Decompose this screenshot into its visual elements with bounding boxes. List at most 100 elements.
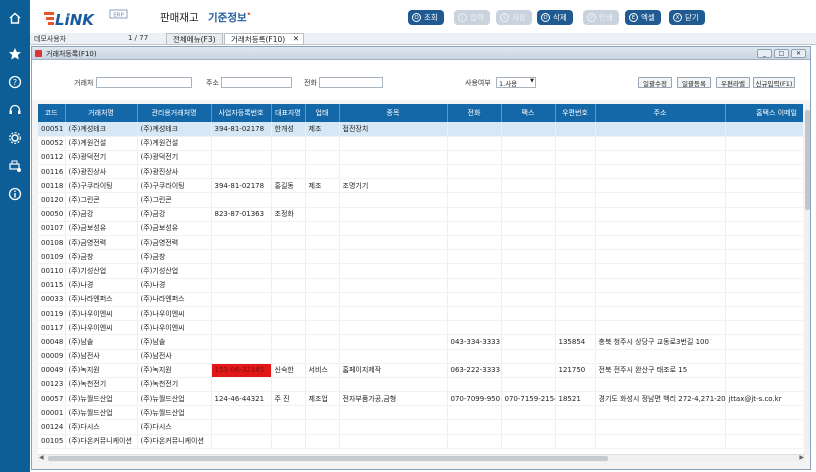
table-row[interactable]: 00123 (주)녹천전기 (주)녹천전기: [38, 377, 803, 393]
table-cell[interactable]: (주)다온커뮤니케이션: [65, 434, 138, 449]
table-cell[interactable]: [271, 164, 306, 180]
table-row[interactable]: 00120 (주)그린콘 (주)그린콘: [38, 192, 803, 208]
table-cell[interactable]: [339, 278, 448, 293]
table-cell[interactable]: 홍길동: [271, 178, 306, 194]
table-cell[interactable]: [555, 349, 596, 364]
table-cell[interactable]: [725, 377, 803, 393]
excel-button[interactable]: E 엑셀: [625, 10, 661, 25]
table-cell[interactable]: [305, 377, 340, 393]
table-cell[interactable]: (주)그린콘: [65, 192, 138, 208]
table-cell[interactable]: [339, 306, 448, 322]
table-cell[interactable]: 한개성: [271, 122, 306, 137]
table-cell[interactable]: [595, 292, 726, 307]
window-close-icon[interactable]: ✕: [791, 49, 806, 58]
table-cell[interactable]: [555, 207, 596, 222]
table-cell[interactable]: [501, 263, 556, 279]
menu-sales-inventory[interactable]: 판매재고: [160, 10, 199, 25]
zip-label-button[interactable]: 우편라벨: [716, 77, 750, 88]
table-cell[interactable]: [725, 349, 803, 364]
tab-all-menu[interactable]: 전체메뉴(F3): [166, 33, 223, 44]
table-row[interactable]: 00033 (주)나라엔퍼스 (주)나라엔퍼스: [38, 292, 803, 307]
table-cell[interactable]: [271, 292, 306, 307]
table-cell[interactable]: 043-334-3333: [447, 334, 502, 350]
table-cell[interactable]: [211, 320, 272, 336]
table-cell[interactable]: [211, 136, 272, 151]
table-cell[interactable]: [339, 377, 448, 393]
table-cell[interactable]: [211, 306, 272, 322]
table-cell[interactable]: 00001: [38, 405, 66, 421]
column-header[interactable]: 팩스: [501, 104, 556, 122]
home-icon[interactable]: [7, 10, 23, 26]
table-cell[interactable]: [555, 136, 596, 151]
table-cell[interactable]: (주)다온커뮤니케이션: [137, 434, 212, 449]
table-cell[interactable]: (주)나경: [65, 278, 138, 293]
table-row[interactable]: 00119 (주)나우이엔씨 (주)나우이엔씨: [38, 306, 803, 322]
table-cell[interactable]: [501, 178, 556, 194]
table-cell[interactable]: [555, 320, 596, 336]
table-cell[interactable]: [305, 249, 340, 265]
table-cell[interactable]: [305, 434, 340, 449]
table-cell[interactable]: [555, 122, 596, 137]
table-cell[interactable]: (주)녹지원: [137, 363, 212, 378]
table-row[interactable]: 00048 (주)남솔 (주)남솔 043-334-3333 135854 충북 청주시 …: [38, 334, 803, 350]
table-row[interactable]: 00108 (주)금영전력 (주)금영전력: [38, 235, 803, 251]
table-cell[interactable]: [595, 377, 726, 393]
table-cell[interactable]: [725, 278, 803, 293]
bulk-register-button[interactable]: 일괄등록: [677, 77, 711, 88]
table-cell[interactable]: 823-87-01363: [211, 207, 272, 222]
table-cell[interactable]: 00119: [38, 306, 66, 322]
table-cell[interactable]: [447, 349, 502, 364]
info-icon[interactable]: [7, 186, 23, 202]
table-cell[interactable]: [725, 122, 803, 137]
star-icon[interactable]: [7, 46, 23, 62]
table-cell[interactable]: [555, 235, 596, 251]
table-cell[interactable]: (주)금영전력: [65, 235, 138, 251]
table-cell[interactable]: (주)금강: [137, 207, 212, 222]
table-cell[interactable]: [305, 221, 340, 237]
table-cell[interactable]: (주)뉴월드산업: [137, 405, 212, 421]
table-cell[interactable]: [305, 306, 340, 322]
table-row[interactable]: 00118 (주)구쿠라이팅 (주)구쿠라이팅 394-81-02178 홍길동 제조 조명…: [38, 178, 803, 194]
table-cell[interactable]: [447, 320, 502, 336]
table-cell[interactable]: [725, 306, 803, 322]
new-entry-button[interactable]: 신규입력(F1): [753, 77, 795, 88]
table-cell[interactable]: 제조: [305, 122, 340, 137]
table-cell[interactable]: [595, 192, 726, 208]
table-cell[interactable]: 00116: [38, 164, 66, 180]
table-cell[interactable]: [339, 405, 448, 421]
table-cell[interactable]: (주)남솔: [137, 334, 212, 350]
table-cell[interactable]: [555, 263, 596, 279]
table-cell[interactable]: [555, 221, 596, 237]
table-cell[interactable]: 00120: [38, 192, 66, 208]
table-cell[interactable]: [501, 278, 556, 293]
table-cell[interactable]: [725, 292, 803, 307]
table-cell[interactable]: [447, 235, 502, 251]
table-cell[interactable]: [447, 377, 502, 393]
table-cell[interactable]: [555, 419, 596, 435]
column-header[interactable]: 업태: [305, 104, 340, 122]
table-cell[interactable]: (주)나경: [137, 278, 212, 293]
headset-icon[interactable]: [7, 102, 23, 118]
table-cell[interactable]: [271, 334, 306, 350]
table-cell[interactable]: [305, 136, 340, 151]
table-cell[interactable]: [595, 434, 726, 449]
table-cell[interactable]: (주)나우이엔씨: [65, 320, 138, 336]
table-cell[interactable]: [725, 235, 803, 251]
table-cell[interactable]: [305, 419, 340, 435]
table-cell[interactable]: [555, 278, 596, 293]
table-cell[interactable]: [339, 207, 448, 222]
table-cell[interactable]: [447, 419, 502, 435]
save-button[interactable]: S 저장: [496, 10, 532, 25]
table-cell[interactable]: [447, 306, 502, 322]
table-cell[interactable]: [271, 249, 306, 265]
table-cell[interactable]: (주)녹지원: [65, 363, 138, 378]
table-cell[interactable]: [555, 164, 596, 180]
table-cell[interactable]: [725, 249, 803, 265]
table-cell[interactable]: 00009: [38, 349, 66, 364]
table-cell[interactable]: (주)금보성유: [65, 221, 138, 237]
table-cell[interactable]: (주)뉴월드산업: [65, 391, 138, 407]
table-cell[interactable]: 00115: [38, 278, 66, 293]
table-cell[interactable]: [339, 263, 448, 279]
table-cell[interactable]: [555, 192, 596, 208]
table-cell[interactable]: [339, 292, 448, 307]
